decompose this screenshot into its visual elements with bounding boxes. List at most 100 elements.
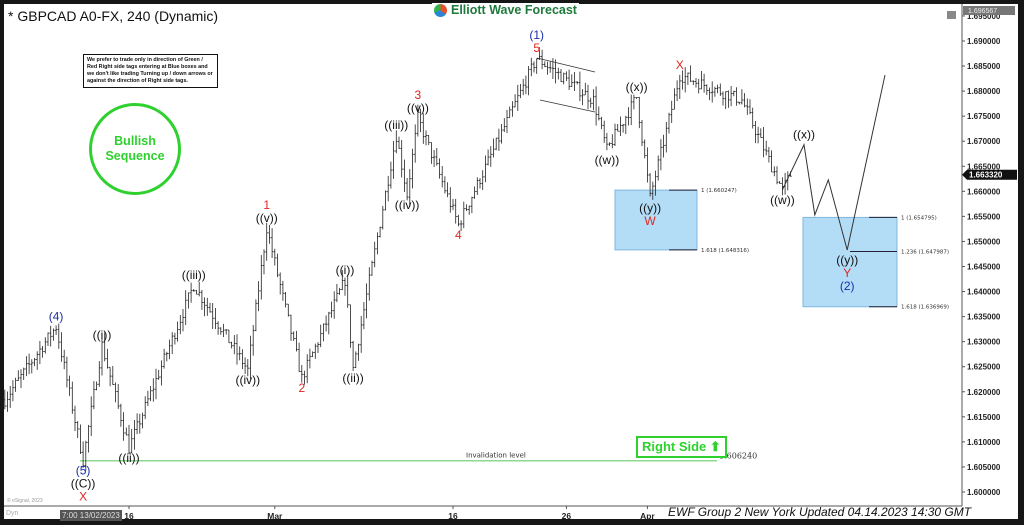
ohlc-bar <box>567 69 571 90</box>
ohlc-bar <box>314 343 317 359</box>
wave-label: ((iii)) <box>182 268 206 282</box>
ohlc-bar <box>49 325 52 347</box>
ohlc-bar <box>697 78 700 94</box>
ohlc-bar <box>643 139 646 159</box>
ohlc-bar <box>189 282 193 303</box>
ohlc-bar <box>268 225 271 244</box>
ohlc-bar <box>19 369 23 389</box>
ohlc-bar <box>238 346 241 361</box>
wave-label-text: ((iii)) <box>384 118 408 132</box>
y-tick-label: 1.660000 <box>967 187 1001 196</box>
ohlc-bar <box>748 99 752 115</box>
ohlc-bar <box>389 161 393 189</box>
wave-label: ((iii)) <box>384 118 408 132</box>
wave-label-text: ((iv)) <box>395 198 420 212</box>
ohlc-bar <box>486 149 490 166</box>
wave-label-text: ((w)) <box>770 193 795 207</box>
triangle-upper-line <box>536 57 596 73</box>
ohlc-bar <box>678 74 681 100</box>
ohlc-bar <box>767 147 771 163</box>
top-price-tag: 1.696567 <box>963 6 1015 15</box>
ohlc-bar <box>605 132 609 151</box>
ohlc-bar <box>227 329 231 344</box>
wave-label-text: 5 <box>533 41 540 55</box>
wave-label-text: ((v)) <box>256 211 278 225</box>
ohlc-bar <box>370 260 374 276</box>
ohlc-bar <box>225 329 228 335</box>
ohlc-bar <box>462 201 465 229</box>
y-tick-label: 1.680000 <box>967 87 1001 96</box>
ohlc-bar <box>198 281 201 297</box>
ohlc-bar <box>508 106 511 118</box>
ohlc-bar <box>527 65 530 96</box>
ohlc-bar <box>36 351 39 370</box>
ohlc-bar <box>397 136 401 149</box>
wave-label: 1((v)) <box>256 198 278 225</box>
wave-label-text: ((C)) <box>71 476 96 490</box>
y-tick: 1.610000 <box>962 438 1001 447</box>
ohlc-bar <box>686 72 690 85</box>
ohlc-bar <box>108 366 112 387</box>
ohlc-bar <box>127 424 131 455</box>
ohlc-bar <box>154 368 158 400</box>
ohlc-bar <box>711 81 714 103</box>
y-tick-label: 1.610000 <box>967 438 1001 447</box>
ohlc-bar <box>173 332 177 345</box>
ohlc-bar <box>343 277 347 296</box>
ohlc-bar <box>727 90 730 108</box>
ohlc-bar <box>611 134 614 149</box>
ohlc-bar <box>400 140 403 178</box>
logo-text: Elliott Wave Forecast <box>451 3 577 17</box>
ohlc-bar <box>335 283 339 303</box>
ohlc-bar <box>270 228 274 258</box>
wave-label: (5)((C))X <box>71 463 96 503</box>
ohlc-bar <box>451 198 455 211</box>
ohlc-bar <box>376 232 379 255</box>
ohlc-bar <box>392 140 395 179</box>
wave-label-text: (2) <box>840 279 855 293</box>
y-tick-label: 1.600000 <box>967 488 1001 497</box>
y-tick: 1.675000 <box>962 112 1001 121</box>
ohlc-bar <box>743 93 746 108</box>
y-tick: 1.670000 <box>962 137 1001 146</box>
ohlc-bar <box>468 205 471 215</box>
ohlc-bar <box>373 241 376 268</box>
y-tick-label: 1.640000 <box>967 288 1001 297</box>
ohlc-bar <box>627 107 630 126</box>
y-tick: 1.600000 <box>962 488 1001 497</box>
ohlc-bar <box>616 123 619 132</box>
y-tick: 1.605000 <box>962 463 1001 472</box>
ohlc-bar <box>532 61 536 73</box>
ohlc-bar <box>414 124 417 163</box>
ohlc-bar <box>324 315 328 332</box>
ohlc-bar <box>122 412 125 441</box>
ohlc-bar <box>27 353 31 375</box>
ohlc-bar <box>667 112 671 134</box>
ohlc-bar <box>740 89 744 105</box>
wave-label-text: ((y)) <box>639 201 661 215</box>
chart-window: 1 (1.660247) 1.618 (1.648316) 1 (1.654795)… <box>0 0 1024 525</box>
ohlc-bar <box>95 381 98 391</box>
ohlc-bar <box>187 292 190 309</box>
wave-label-text: ((ii)) <box>118 451 139 465</box>
ohlc-bar <box>443 176 447 194</box>
ohlc-bar <box>657 155 660 181</box>
wave-label-text: 4 <box>455 228 462 242</box>
ohlc-bar <box>222 323 225 338</box>
ohlc-bar <box>581 89 584 106</box>
wave-label: ((x)) <box>626 80 648 94</box>
logo-icon <box>434 3 447 17</box>
ohlc-bar <box>435 147 438 166</box>
ohlc-bar <box>100 336 104 376</box>
ohlc-bar <box>152 378 155 402</box>
dyn-button[interactable]: Dyn <box>6 510 18 517</box>
ohlc-bar <box>9 385 12 408</box>
ohlc-bar <box>71 381 74 414</box>
bullish-sequence-badge: Bullish Sequence <box>89 103 181 195</box>
ohlc-bar <box>6 391 9 412</box>
ohlc-bar <box>157 369 160 380</box>
ohlc-bar <box>640 119 644 147</box>
ohlc-bar <box>133 420 136 450</box>
ohlc-bar <box>535 58 538 74</box>
chart-settings-icon[interactable] <box>947 11 956 19</box>
